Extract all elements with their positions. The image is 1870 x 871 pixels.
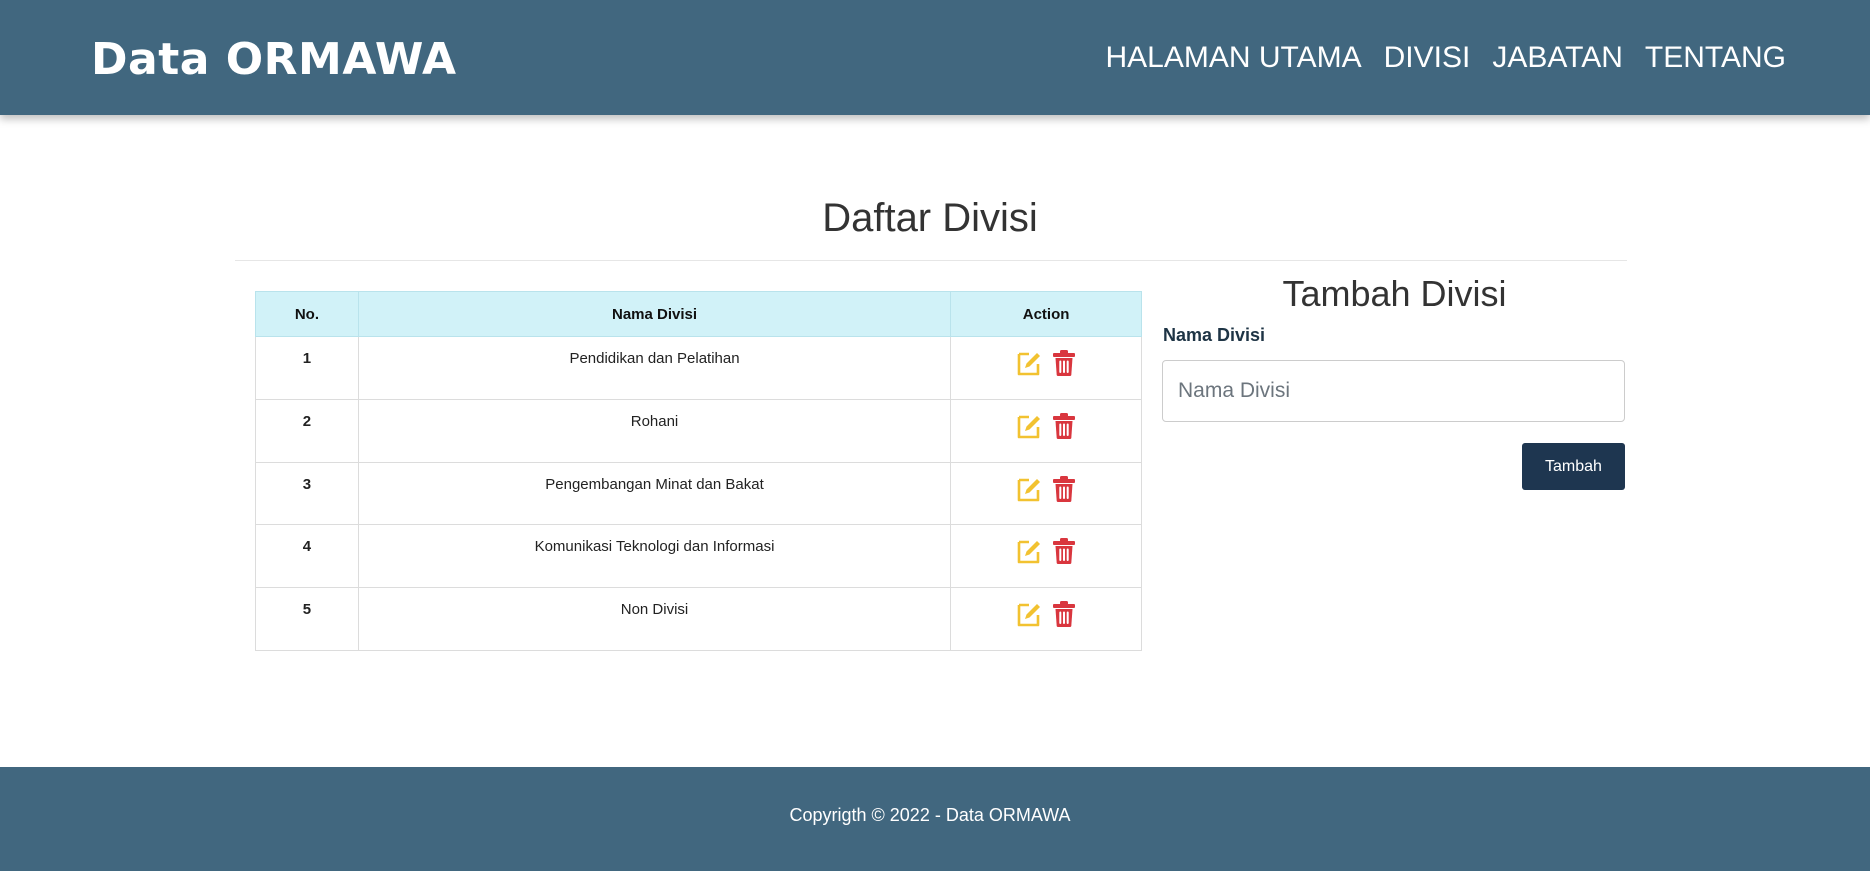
division-name-cell: Non Divisi: [357, 587, 952, 651]
trash-icon[interactable]: [1051, 537, 1077, 565]
edit-icon[interactable]: [1016, 537, 1042, 565]
action-group: [952, 600, 1140, 628]
trash-icon[interactable]: [1051, 600, 1077, 628]
division-name-cell: Komunikasi Teknologi dan Informasi: [357, 524, 952, 589]
division-name-cell: Pendidikan dan Pelatihan: [357, 336, 952, 400]
table-row: 5 Non Divisi: [255, 587, 1142, 651]
action-cell: [950, 587, 1142, 651]
row-number: 2: [255, 398, 359, 463]
table-row: 2 Rohani: [255, 398, 1142, 463]
nav-tentang[interactable]: TENTANG: [1645, 36, 1786, 80]
edit-icon[interactable]: [1016, 600, 1042, 628]
trash-icon[interactable]: [1051, 349, 1077, 377]
nav-halaman-utama[interactable]: HALAMAN UTAMA: [1105, 36, 1361, 80]
action-cell: [950, 336, 1142, 400]
row-number: 3: [255, 461, 359, 526]
trash-icon[interactable]: [1051, 475, 1077, 503]
row-number: 1: [255, 336, 359, 400]
action-group: [952, 349, 1140, 377]
action-group: [952, 412, 1140, 440]
division-name-cell: Pengembangan Minat dan Bakat: [357, 461, 952, 526]
action-group: [952, 537, 1140, 565]
form-title: Tambah Divisi: [1282, 273, 1507, 314]
table-header-row: No. Nama Divisi Action: [255, 291, 1142, 337]
table-row: 1 Pendidikan dan Pelatihan: [255, 336, 1142, 400]
page-title: Daftar Divisi: [822, 196, 1038, 240]
division-name-input[interactable]: [1162, 360, 1625, 422]
action-cell: [950, 524, 1142, 589]
brand-logo[interactable]: Data ORMAWA: [91, 30, 457, 90]
edit-icon[interactable]: [1016, 475, 1042, 503]
column-header-action: Action: [950, 291, 1142, 337]
action-cell: [950, 398, 1142, 463]
division-table: No. Nama Divisi Action 1 Pendidikan dan P…: [255, 291, 1142, 651]
field-label: Nama Divisi: [1163, 325, 1266, 345]
divider: [235, 260, 1627, 261]
main-nav: HALAMAN UTAMA DIVISI JABATAN TENTANG: [1105, 36, 1786, 80]
table-body: 1 Pendidikan dan Pelatihan 2 Rohani 3 Pengemb…: [255, 336, 1142, 651]
nav-divisi[interactable]: DIVISI: [1384, 36, 1471, 80]
row-number: 4: [255, 524, 359, 589]
site-header: Data ORMAWA HALAMAN UTAMA DIVISI JABATAN…: [0, 0, 1870, 115]
row-number: 5: [255, 587, 359, 651]
edit-icon[interactable]: [1016, 412, 1042, 440]
division-name-cell: Rohani: [357, 398, 952, 463]
column-header-name: Nama Divisi: [357, 291, 952, 337]
copyright-text: Copyrigth © 2022 - Data ORMAWA: [789, 805, 1071, 825]
table-row: 4 Komunikasi Teknologi dan Informasi: [255, 524, 1142, 589]
edit-icon[interactable]: [1016, 349, 1042, 377]
table-row: 3 Pengembangan Minat dan Bakat: [255, 461, 1142, 526]
column-header-no: No.: [255, 291, 359, 337]
trash-icon[interactable]: [1051, 412, 1077, 440]
nav-jabatan[interactable]: JABATAN: [1492, 36, 1623, 80]
site-footer: Copyrigth © 2022 - Data ORMAWA: [0, 767, 1870, 871]
action-cell: [950, 461, 1142, 526]
add-division-button[interactable]: Tambah: [1522, 443, 1625, 490]
action-group: [952, 475, 1140, 503]
